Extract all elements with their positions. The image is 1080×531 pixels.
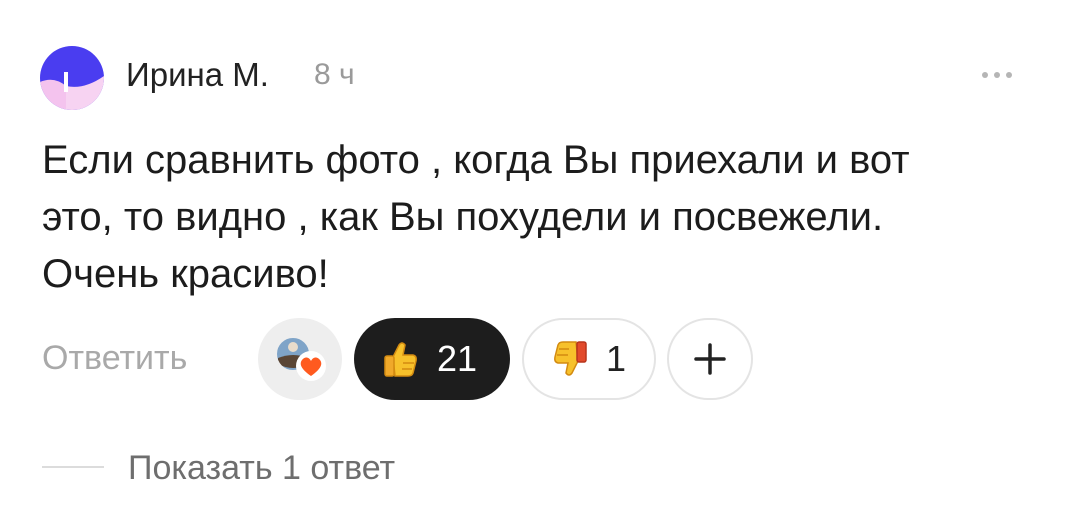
show-replies-button[interactable]: Показать 1 ответ: [128, 446, 395, 490]
more-dot: [994, 72, 1000, 78]
thumbs-up-icon: [384, 342, 417, 377]
thumbs-down-icon: [554, 341, 587, 376]
more-dot: [1006, 72, 1012, 78]
replies-divider: [42, 466, 104, 468]
heart-icon: [296, 351, 326, 381]
comment-card: Ирина М. 8 ч Если сравнить фото , когда …: [0, 0, 1080, 531]
reactors-button[interactable]: [258, 318, 342, 400]
like-count: 21: [436, 338, 478, 379]
more-options-icon[interactable]: [972, 60, 1022, 90]
avatar-image: [40, 46, 104, 110]
more-dot: [982, 72, 988, 78]
author-name[interactable]: Ирина М.: [126, 53, 269, 97]
user-avatar[interactable]: [40, 46, 104, 110]
dislike-count: 1: [605, 338, 627, 379]
like-reaction-button[interactable]: 21: [354, 318, 510, 400]
add-reaction-button[interactable]: [667, 318, 753, 400]
comment-timestamp: 8 ч: [314, 58, 355, 91]
comment-text: Если сравнить фото , когда Вы приехали и…: [42, 138, 910, 296]
plus-icon: [694, 343, 726, 375]
reactor-avatars: [273, 334, 327, 384]
reply-button[interactable]: Ответить: [42, 336, 187, 380]
dislike-reaction-button[interactable]: 1: [522, 318, 656, 400]
